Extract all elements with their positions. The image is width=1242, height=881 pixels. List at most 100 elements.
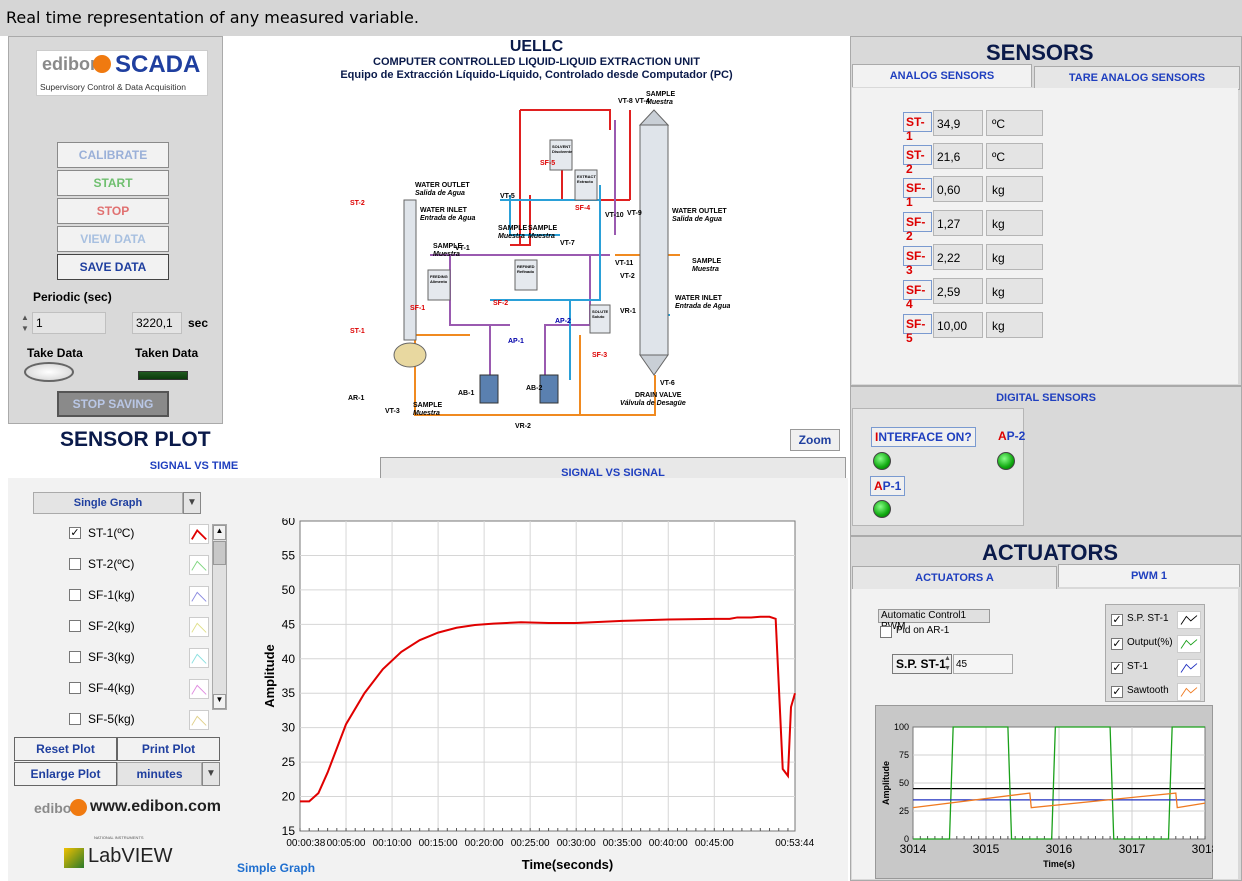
stop-saving-button[interactable]: STOP SAVING: [57, 391, 169, 417]
channel-color-swatch[interactable]: [189, 679, 209, 699]
pwm-y-tick: 75: [899, 750, 909, 760]
channel-color-swatch[interactable]: [189, 586, 209, 606]
periodic-stepper[interactable]: ▲ ▼: [20, 312, 30, 334]
elapsed-unit: sec: [188, 316, 209, 330]
start-button[interactable]: START: [57, 170, 169, 196]
view-data-button[interactable]: VIEW DATA: [57, 226, 169, 252]
channel-checkbox[interactable]: ✓: [69, 527, 81, 539]
label-vt10: VT-10: [605, 212, 624, 219]
labview-small-text: NATIONAL INSTRUMENTS: [94, 835, 144, 840]
tab-signal-vs-time[interactable]: SIGNAL VS TIME: [8, 455, 380, 477]
labview-logo: NATIONAL INSTRUMENTS LabVIEW: [64, 833, 172, 873]
label-vt8: VT-8: [618, 98, 633, 105]
calibrate-button[interactable]: CALIBRATE: [57, 142, 169, 168]
edibon-web-dot-icon: [70, 799, 87, 816]
tab-pwm-1[interactable]: PWM 1: [1058, 564, 1240, 587]
simple-graph-label: Simple Graph: [237, 861, 316, 875]
channel-swatch-line: [191, 560, 207, 571]
heater-flask: [393, 342, 427, 368]
label-ap1-digital: AP-1: [870, 476, 906, 496]
x-tick-label: 00:35:00: [603, 838, 642, 849]
scroll-up-icon[interactable]: ▲: [213, 525, 226, 540]
label-interface-on: INTERFACE ON?: [871, 427, 976, 447]
channel-color-swatch[interactable]: [189, 555, 209, 575]
channel-label: SF-4(kg): [88, 681, 135, 695]
pwm-legend-swatch: [1177, 683, 1201, 701]
page-caption: Real time representation of any measured…: [0, 0, 1242, 36]
labview-icon: [64, 848, 84, 868]
analog-sensor-unit: kg: [986, 176, 1043, 202]
pid-checkbox[interactable]: [880, 626, 892, 638]
label-water-outlet-1: WATER OUTLET: [415, 182, 470, 189]
pwm-x-tick: 3016: [1046, 842, 1073, 856]
label-water-outlet-2: WATER OUTLET: [672, 208, 727, 215]
stop-button[interactable]: STOP: [57, 198, 169, 224]
channel-swatch-line: [191, 715, 207, 726]
analog-sensor-value: 1,27: [933, 210, 983, 236]
tab-actuators-a[interactable]: ACTUATORS A: [852, 566, 1057, 590]
save-data-button[interactable]: SAVE DATA: [57, 254, 169, 280]
units-select[interactable]: minutes: [117, 762, 202, 786]
channel-color-swatch[interactable]: [189, 524, 209, 544]
channel-checkbox[interactable]: [69, 651, 81, 663]
pwm-legend-checkbox[interactable]: ✓: [1111, 662, 1123, 674]
channel-color-swatch[interactable]: [189, 648, 209, 668]
tab-tare-analog-sensors[interactable]: TARE ANALOG SENSORS: [1034, 66, 1240, 90]
print-plot-button[interactable]: Print Plot: [117, 737, 220, 761]
condenser: [403, 199, 417, 341]
pwm-chart: 025507510030143015301630173018Time(s)Amp…: [881, 722, 1213, 869]
label-alimento: Alimento: [430, 279, 448, 284]
take-data-toggle[interactable]: [24, 362, 74, 382]
label-sf1: SF-1: [410, 305, 425, 312]
sp-label: S.P. ST-1: [892, 654, 952, 674]
taken-data-label: Taken Data: [135, 346, 199, 360]
units-dropdown-icon[interactable]: ▼: [202, 762, 220, 786]
label-refinado: Refinado: [517, 269, 535, 274]
label-entrada-2: Entrada de Agua: [675, 303, 730, 310]
y-tick-label: 35: [282, 686, 296, 700]
channel-checkbox[interactable]: [69, 682, 81, 694]
reset-plot-button[interactable]: Reset Plot: [14, 737, 117, 761]
x-tick-label: 00:05:00: [327, 838, 366, 849]
x-tick-label: 00:20:00: [465, 838, 504, 849]
zoom-button[interactable]: Zoom: [790, 429, 840, 451]
analog-sensor-unit: kg: [986, 244, 1043, 270]
label-valvula: Válvula de Desagüe: [620, 400, 686, 407]
tab-analog-sensors[interactable]: ANALOG SENSORS: [852, 64, 1032, 87]
y-tick-label: 30: [282, 721, 296, 735]
pwm-legend-checkbox[interactable]: ✓: [1111, 614, 1123, 626]
label-sample-top: SAMPLE: [646, 91, 676, 98]
graph-mode-select[interactable]: Single Graph: [33, 492, 183, 514]
label-muestra-bottom: Muestra: [413, 410, 440, 417]
pwm-legend-checkbox[interactable]: ✓: [1111, 686, 1123, 698]
channel-checkbox[interactable]: [69, 713, 81, 725]
analog-sensor-value: 21,6: [933, 143, 983, 169]
label-sf2: SF-2: [493, 300, 508, 307]
channel-swatch-line: [191, 622, 207, 633]
scroll-down-icon[interactable]: ▼: [213, 694, 226, 709]
enlarge-plot-button[interactable]: Enlarge Plot: [14, 762, 117, 786]
channel-checkbox[interactable]: [69, 589, 81, 601]
analog-sensor-label: ST-2: [903, 145, 932, 176]
pwm-legend-checkbox[interactable]: ✓: [1111, 638, 1123, 650]
label-st1: ST-1: [350, 328, 365, 335]
label-soluto: Soluto: [592, 314, 605, 319]
take-data-label: Take Data: [27, 346, 83, 360]
analog-sensor-label: SF-2: [903, 212, 932, 243]
column-bottom: [639, 354, 669, 376]
sp-input[interactable]: 45: [953, 654, 1013, 674]
scroll-thumb[interactable]: [213, 541, 226, 565]
channel-checkbox[interactable]: [69, 620, 81, 632]
periodic-input[interactable]: 1: [32, 312, 106, 334]
channel-label: ST-1(ºC): [88, 526, 135, 540]
sp-stepper[interactable]: ▲ ▼: [944, 654, 952, 674]
label-sample-left: SAMPLE: [433, 243, 463, 250]
analog-sensor-label: ST-1: [903, 112, 932, 143]
pipe-red-top: [520, 109, 611, 130]
analog-sensor-unit: ºC: [986, 110, 1043, 136]
channel-color-swatch[interactable]: [189, 617, 209, 637]
graph-mode-dropdown-icon[interactable]: ▼: [183, 492, 201, 514]
channel-label: SF-3(kg): [88, 650, 135, 664]
channel-checkbox[interactable]: [69, 558, 81, 570]
channel-color-swatch[interactable]: [189, 710, 209, 730]
